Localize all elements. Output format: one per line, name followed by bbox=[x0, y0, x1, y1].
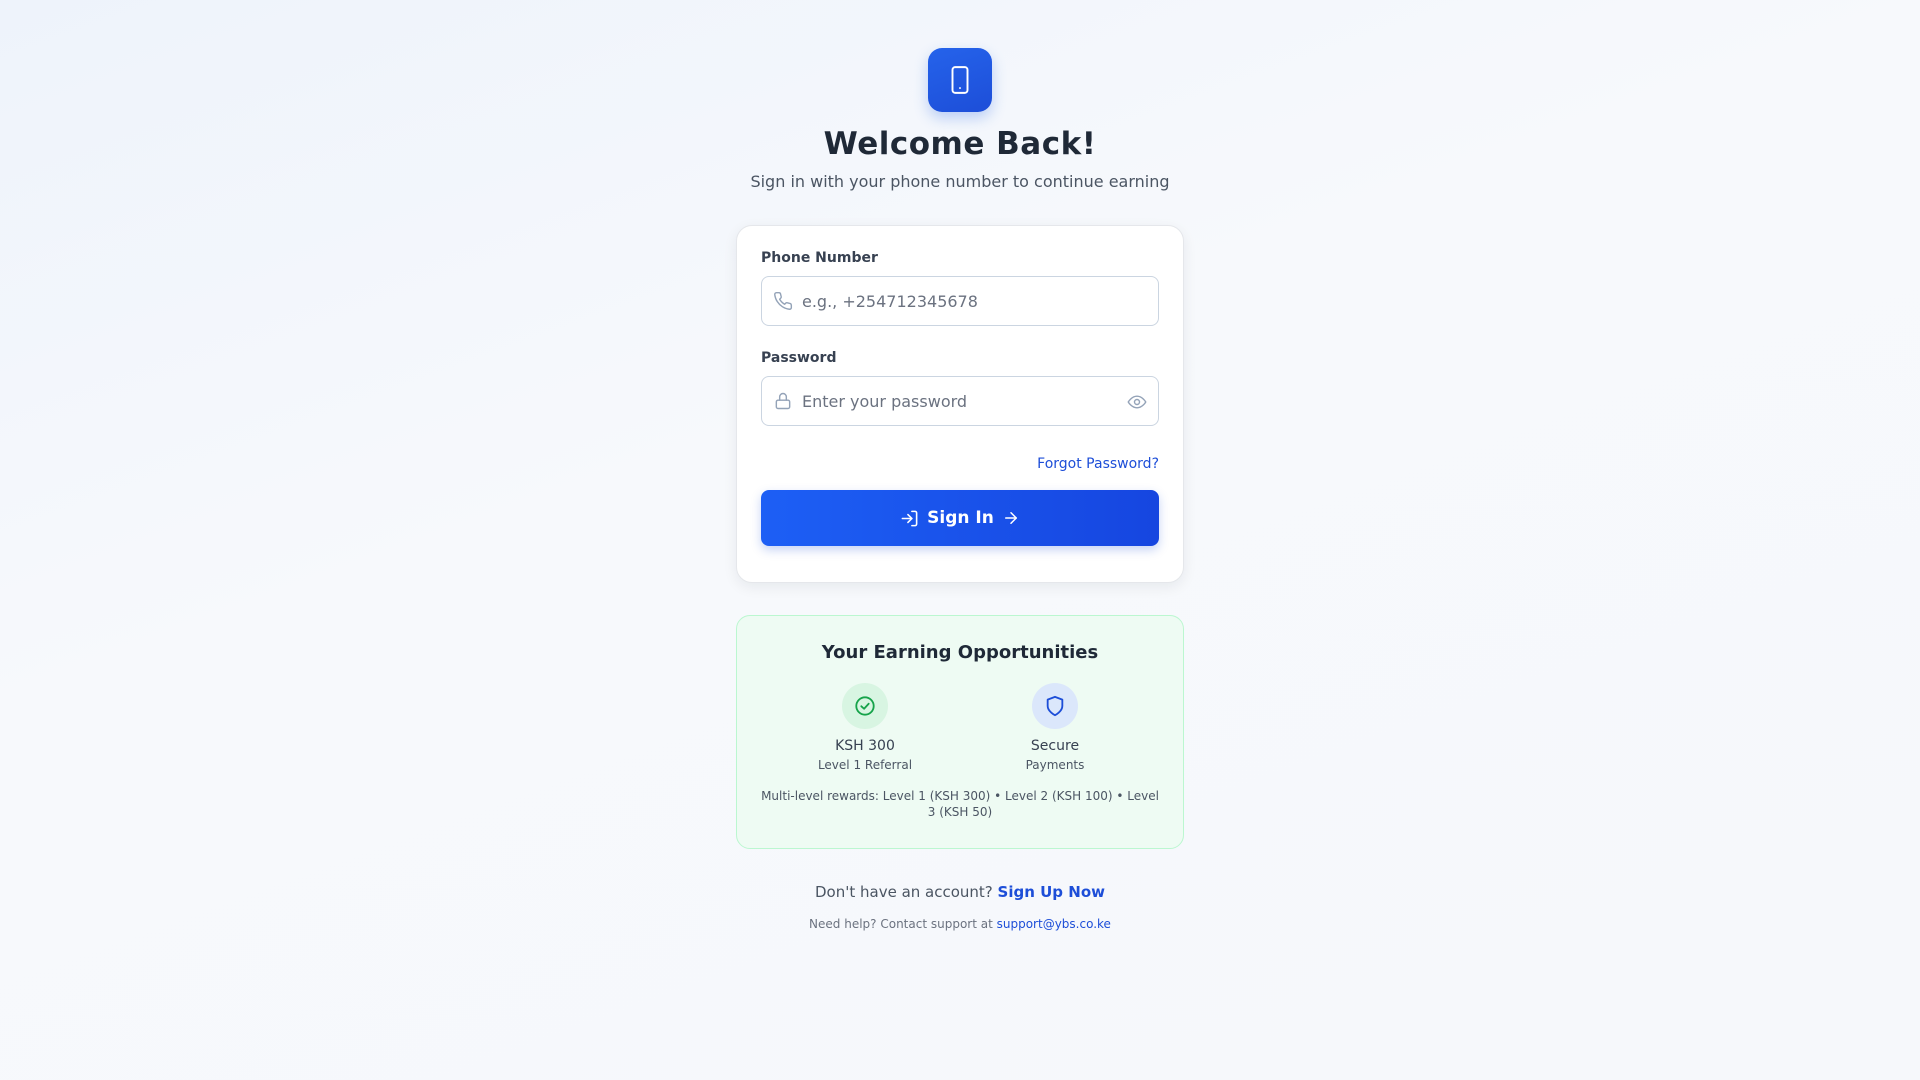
earning-items: KSH 300 Level 1 Referral Secure Payments bbox=[805, 683, 1115, 772]
earning-title: Your Earning Opportunities bbox=[821, 642, 1099, 663]
password-label: Password bbox=[761, 350, 837, 366]
rewards-note: Multi-level rewards: Level 1 (KSH 300) •… bbox=[761, 789, 1159, 819]
lock-icon bbox=[775, 392, 791, 410]
shield-badge bbox=[1032, 683, 1078, 729]
signin-column: Welcome Back! Sign in with your phone nu… bbox=[736, 48, 1184, 931]
password-input[interactable] bbox=[802, 377, 1122, 425]
app-logo bbox=[928, 48, 992, 112]
help-row: Need help? Contact support at support@yb… bbox=[736, 917, 1184, 931]
eye-icon[interactable] bbox=[1127, 392, 1147, 412]
earning-item-caption: Payments bbox=[1025, 758, 1085, 772]
earning-item-caption: Level 1 Referral bbox=[817, 758, 913, 772]
check-badge bbox=[842, 683, 888, 729]
earning-item-secure: Secure Payments bbox=[995, 683, 1115, 772]
forgot-password-link[interactable]: Forgot Password? bbox=[1037, 456, 1159, 472]
phone-icon bbox=[774, 291, 793, 310]
earning-item-value: KSH 300 bbox=[835, 738, 895, 754]
help-prompt: Need help? Contact support at bbox=[809, 917, 993, 931]
log-in-icon bbox=[901, 510, 918, 526]
support-email-link[interactable]: support@ybs.co.ke bbox=[997, 917, 1111, 931]
signup-prompt: Don't have an account? bbox=[814, 883, 993, 901]
page: Welcome Back! Sign in with your phone nu… bbox=[0, 0, 1920, 1080]
password-field bbox=[761, 376, 1159, 426]
sign-in-label: Sign In bbox=[927, 508, 994, 528]
phone-input[interactable] bbox=[802, 277, 1122, 325]
page-subtitle: Sign in with your phone number to contin… bbox=[750, 172, 1170, 191]
sign-up-link[interactable]: Sign Up Now bbox=[998, 883, 1105, 901]
earning-opportunities-card: Your Earning Opportunities KSH 300 Level… bbox=[736, 615, 1184, 849]
check-circle-icon bbox=[855, 696, 875, 716]
forgot-row: Forgot Password? bbox=[761, 453, 1159, 473]
earning-item-referral: KSH 300 Level 1 Referral bbox=[805, 683, 925, 772]
phone-field bbox=[761, 276, 1159, 326]
smartphone-icon bbox=[951, 66, 969, 94]
sign-in-button[interactable]: Sign In bbox=[761, 490, 1159, 546]
page-title: Welcome Back! bbox=[823, 126, 1097, 162]
shield-icon bbox=[1046, 695, 1064, 717]
arrow-right-icon bbox=[1004, 512, 1017, 524]
earning-item-value: Secure bbox=[1030, 738, 1080, 754]
signup-row: Don't have an account? Sign Up Now bbox=[736, 883, 1184, 901]
phone-label: Phone Number bbox=[761, 250, 878, 266]
signin-card: Phone Number Password bbox=[736, 225, 1184, 583]
